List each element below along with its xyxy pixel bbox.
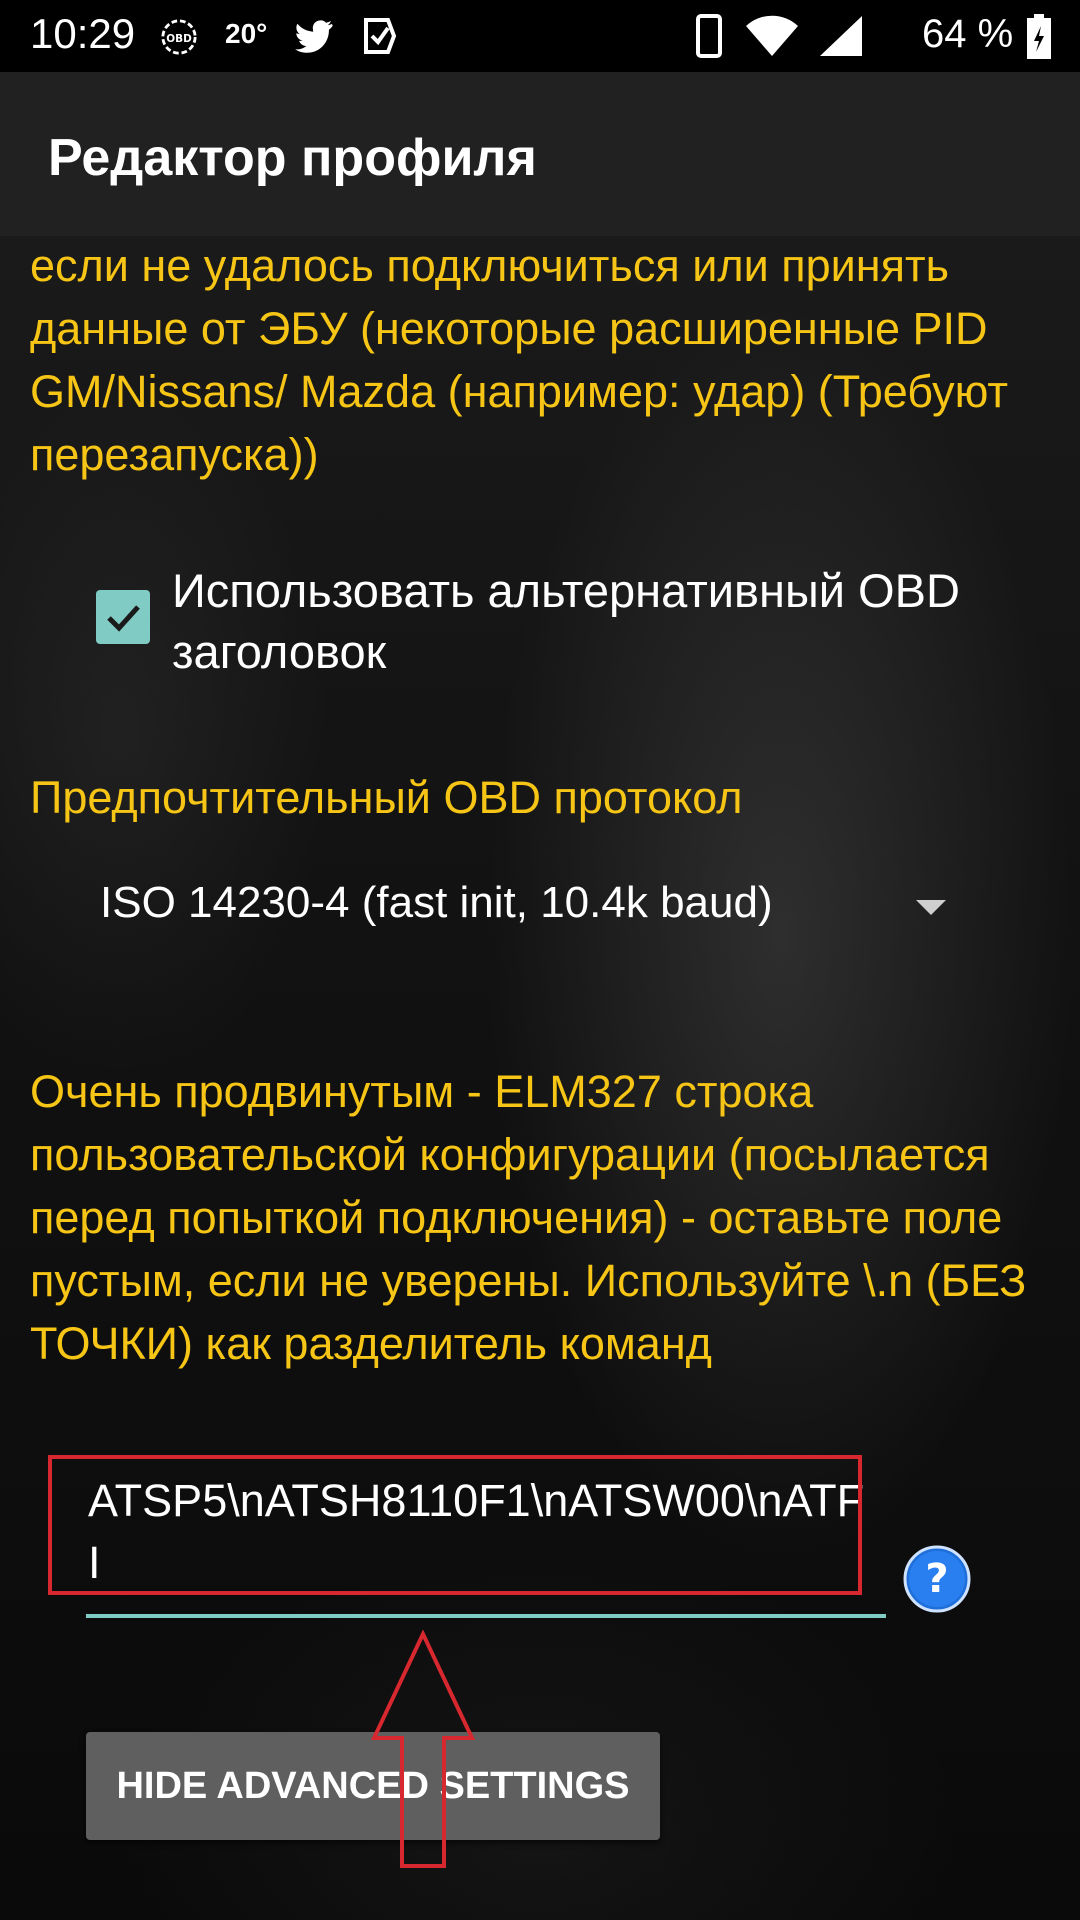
protocol-dropdown[interactable]: ISO 14230-4 (fast init, 10.4k baud) (96, 870, 956, 946)
protocol-selected-value: ISO 14230-4 (fast init, 10.4k baud) (100, 878, 773, 927)
checkmark-icon (107, 605, 140, 632)
battery-charging-icon (1027, 14, 1051, 59)
input-underline (86, 1614, 886, 1618)
dropdown-arrow-icon (916, 900, 946, 915)
status-bar: 10:29 OBD 20° 64 % (0, 0, 1080, 72)
advanced-config-description: Очень продвинутым - ELM327 строка пользо… (30, 1066, 1027, 1369)
alt-header-checkbox[interactable] (96, 590, 150, 644)
help-icon[interactable]: ? (902, 1544, 972, 1614)
alt-header-label: Использовать альтернативный OBD заголово… (172, 564, 960, 678)
twitter-icon (295, 20, 333, 53)
svg-text:?: ? (925, 1556, 948, 1602)
status-temperature: 20° (225, 18, 268, 49)
obd-icon: OBD (161, 19, 197, 55)
retry-note-text: если не удалось подключиться или принять… (30, 240, 1008, 480)
app-bar: Редактор профиля (0, 72, 1080, 236)
wifi-icon (746, 15, 798, 56)
svg-text:OBD: OBD (166, 33, 192, 45)
annotation-highlight-box (48, 1455, 862, 1595)
checklist-icon (364, 18, 397, 54)
signal-icon (820, 16, 862, 56)
phone-icon (696, 14, 722, 58)
protocol-label: Предпочтительный OBD протокол (30, 772, 743, 823)
status-time: 10:29 (30, 10, 136, 57)
hide-advanced-settings-button[interactable]: HIDE ADVANCED SETTINGS (86, 1732, 660, 1840)
page-title: Редактор профиля (48, 129, 537, 187)
battery-percent: 64 % (922, 12, 1014, 56)
